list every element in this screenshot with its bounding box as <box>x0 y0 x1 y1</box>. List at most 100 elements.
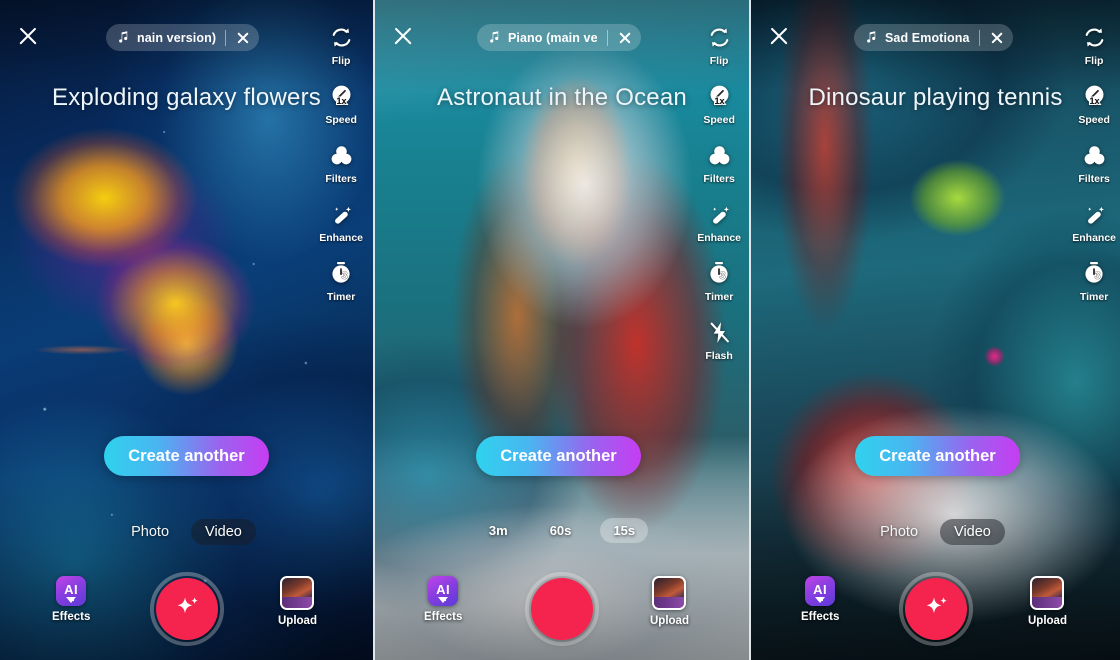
rail-item-timer[interactable]: 3 Timer <box>1079 258 1109 303</box>
close-icon[interactable] <box>16 24 40 48</box>
rail-label-flash: Flash <box>705 350 733 362</box>
rail-item-timer[interactable]: 3 Timer <box>326 258 356 303</box>
ai-badge-text: AI <box>813 581 828 597</box>
rail-label-flip: Flip <box>1084 55 1104 67</box>
music-track-pill[interactable]: Piano (main ve <box>477 24 641 51</box>
duration-15s[interactable]: 15s <box>600 518 649 543</box>
sparkle-icon <box>926 597 947 614</box>
rail-label-filters: Filters <box>703 173 735 185</box>
effects-label: Effects <box>52 611 91 623</box>
remove-music-icon[interactable] <box>988 29 1006 47</box>
ai-effects-icon: AI <box>805 576 836 606</box>
music-note-icon <box>867 31 876 43</box>
rail-item-enhance[interactable]: Enhance <box>319 199 363 244</box>
pill-divider <box>978 29 980 46</box>
rail-label-timer: Timer <box>1079 291 1109 303</box>
rail-label-speed: Speed <box>1078 114 1110 126</box>
upload-thumbnail-icon <box>280 576 315 610</box>
ai-prompt-title: Exploding galaxy flowers <box>52 84 321 111</box>
upload-button[interactable]: Upload <box>650 576 689 627</box>
music-track-title: Sad Emotiona <box>885 30 970 45</box>
rail-item-flip[interactable]: Flip <box>704 22 734 67</box>
bottom-bar-1: AI Effects Upload <box>0 572 373 646</box>
upload-label: Upload <box>1028 615 1067 627</box>
rail-item-filters[interactable]: Filters <box>703 140 735 185</box>
upload-label: Upload <box>278 615 317 627</box>
create-another-button[interactable]: Create another <box>104 436 269 476</box>
upload-button[interactable]: Upload <box>1028 576 1067 627</box>
upload-button[interactable]: Upload <box>278 576 317 627</box>
tool-rail-3: Flip 1x 1x Speed Filters Enhance 3 Timer <box>1072 22 1116 317</box>
rail-item-flash[interactable]: Flash <box>704 317 734 362</box>
rail-item-enhance[interactable]: Enhance <box>697 199 741 244</box>
create-another-button[interactable]: Create another <box>855 436 1020 476</box>
music-track-pill[interactable]: Sad Emotiona <box>854 24 1013 51</box>
camera-panel-1: nain version) Flip 1x 1x Speed Filters E… <box>0 0 373 660</box>
sparkle-icon <box>177 597 198 614</box>
effects-label: Effects <box>801 611 840 623</box>
shutter-inner <box>155 578 218 640</box>
music-track-pill[interactable]: nain version) <box>106 24 260 51</box>
record-shutter-button[interactable] <box>525 572 599 646</box>
mode-video[interactable]: Video <box>191 519 256 545</box>
pill-divider <box>225 29 227 46</box>
remove-music-icon[interactable] <box>616 29 634 47</box>
effects-button[interactable]: AI Effects <box>801 576 839 623</box>
generate-shutter-button[interactable] <box>149 572 224 646</box>
duration-selector: 3m 60s 15s <box>375 518 749 543</box>
svg-text:3: 3 <box>720 270 726 282</box>
mode-photo[interactable]: Photo <box>866 519 932 545</box>
remove-music-icon[interactable] <box>234 29 252 47</box>
close-icon[interactable] <box>391 24 415 48</box>
rail-item-filters[interactable]: Filters <box>1078 140 1110 185</box>
create-another-button[interactable]: Create another <box>476 436 641 476</box>
enhance-wand-icon <box>704 199 734 229</box>
pill-divider <box>606 29 608 46</box>
filters-circles-icon <box>704 140 734 170</box>
screenshot-root: nain version) Flip 1x 1x Speed Filters E… <box>0 0 1120 660</box>
ai-badge-text: AI <box>436 581 451 597</box>
tool-rail-2: Flip 1x 1x Speed Filters Enhance 3 Timer… <box>697 22 741 376</box>
upload-label: Upload <box>650 615 689 627</box>
camera-panel-3: Sad Emotiona Flip 1x 1x Speed Filters En… <box>751 0 1120 660</box>
upload-thumbnail-icon <box>652 576 687 610</box>
music-note-icon <box>490 31 499 43</box>
shutter-inner <box>904 578 967 640</box>
ai-prompt-title: Dinosaur playing tennis <box>808 84 1063 111</box>
mode-photo[interactable]: Photo <box>117 519 183 545</box>
rail-item-timer[interactable]: 3 Timer <box>704 258 734 303</box>
effects-button[interactable]: AI Effects <box>52 576 90 623</box>
timer-icon: 3 <box>1079 258 1109 288</box>
rail-label-enhance: Enhance <box>1072 232 1116 244</box>
generate-shutter-button[interactable] <box>898 572 973 646</box>
record-icon <box>531 578 593 640</box>
rail-label-timer: Timer <box>704 291 734 303</box>
flip-camera-icon <box>1079 22 1109 52</box>
rail-item-flip[interactable]: Flip <box>1079 22 1109 67</box>
ai-effects-icon: AI <box>428 576 459 606</box>
filters-circles-icon <box>1079 140 1109 170</box>
duration-60s[interactable]: 60s <box>537 518 585 543</box>
filters-circles-icon <box>326 140 356 170</box>
music-note-icon <box>119 31 128 43</box>
duration-3m[interactable]: 3m <box>476 518 521 543</box>
ai-prompt-title: Astronaut in the Ocean <box>437 84 687 111</box>
upload-thumbnail-icon <box>1030 576 1065 610</box>
rail-label-speed: Speed <box>325 114 357 126</box>
bottom-bar-3: AI Effects Upload <box>751 572 1120 646</box>
mode-video[interactable]: Video <box>940 519 1005 545</box>
capture-mode-toggle-3: Photo Video <box>751 519 1120 545</box>
close-icon[interactable] <box>767 24 791 48</box>
timer-icon: 3 <box>326 258 356 288</box>
rail-item-flip[interactable]: Flip <box>326 22 356 67</box>
rail-item-enhance[interactable]: Enhance <box>1072 199 1116 244</box>
rail-item-filters[interactable]: Filters <box>325 140 357 185</box>
top-bar-2: Piano (main ve <box>375 0 749 58</box>
download-arrow-icon <box>66 597 77 603</box>
capture-mode-toggle-1: Photo Video <box>0 519 373 545</box>
flip-camera-icon <box>326 22 356 52</box>
ai-effects-icon: AI <box>56 576 87 606</box>
rail-label-speed: Speed <box>703 114 735 126</box>
effects-button[interactable]: AI Effects <box>424 576 462 623</box>
rail-label-enhance: Enhance <box>319 232 363 244</box>
